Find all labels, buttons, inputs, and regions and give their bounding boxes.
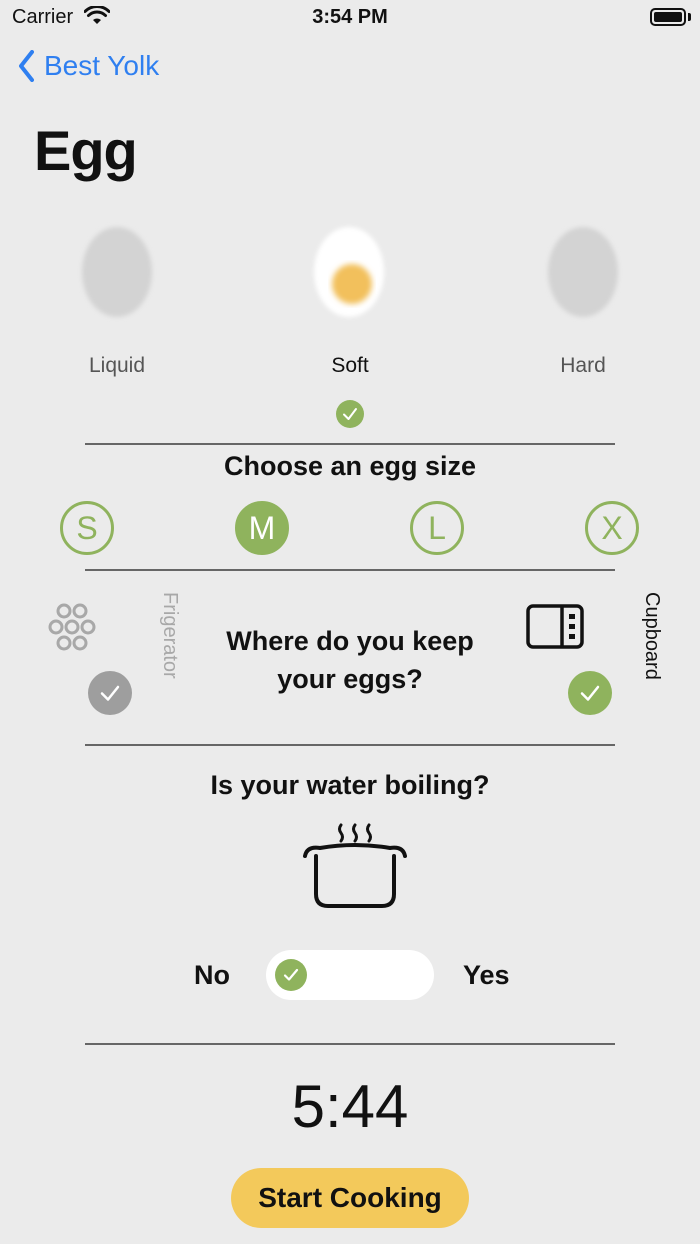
start-cooking-button[interactable]: Start Cooking [231, 1168, 469, 1228]
cupboard-label: Cupboard [641, 592, 663, 680]
fridge-label: Frigerator [159, 592, 181, 679]
water-question: Is your water boiling? [210, 770, 490, 800]
cupboard-icon[interactable] [525, 603, 585, 651]
fridge-check-icon[interactable] [88, 671, 132, 715]
size-s-button[interactable]: S [60, 501, 114, 555]
doneness-hard[interactable] [508, 222, 658, 327]
doneness-soft[interactable] [274, 222, 424, 327]
back-label: Best Yolk [44, 50, 160, 81]
yes-label: Yes [463, 960, 510, 990]
egg-soft-icon [314, 227, 384, 317]
doneness-label-soft: Soft [331, 354, 369, 377]
doneness-label-liquid: Liquid [88, 354, 146, 377]
battery-icon [650, 8, 686, 26]
egg-carton-icon[interactable] [48, 602, 102, 652]
page-title: Egg [34, 119, 138, 182]
size-l-button[interactable]: L [410, 501, 464, 555]
divider [85, 569, 615, 571]
boiling-toggle[interactable] [266, 950, 434, 1000]
cupboard-check-icon[interactable] [568, 671, 612, 715]
divider [85, 1043, 615, 1045]
storage-question: Where do you keep your eggs? [226, 626, 474, 694]
doneness-liquid[interactable] [42, 222, 192, 327]
size-m-button[interactable]: M [235, 501, 289, 555]
boiling-pot-icon [303, 823, 407, 908]
timer-display: 5:44 [291, 1073, 409, 1140]
divider [85, 443, 615, 445]
egg-liquid-icon [82, 227, 152, 317]
egg-hard-icon [548, 227, 618, 317]
status-time: 3:54 PM [312, 6, 388, 28]
size-title: Choose an egg size [223, 451, 477, 481]
doneness-label-hard: Hard [560, 354, 606, 377]
size-x-button[interactable]: X [585, 501, 639, 555]
toggle-knob-check-icon [275, 959, 307, 991]
doneness-check-icon [336, 400, 364, 428]
chevron-left-icon [19, 50, 34, 82]
divider [85, 744, 615, 746]
back-button[interactable]: Best Yolk [18, 50, 159, 82]
battery-nub [688, 13, 691, 21]
no-label: No [194, 960, 230, 990]
